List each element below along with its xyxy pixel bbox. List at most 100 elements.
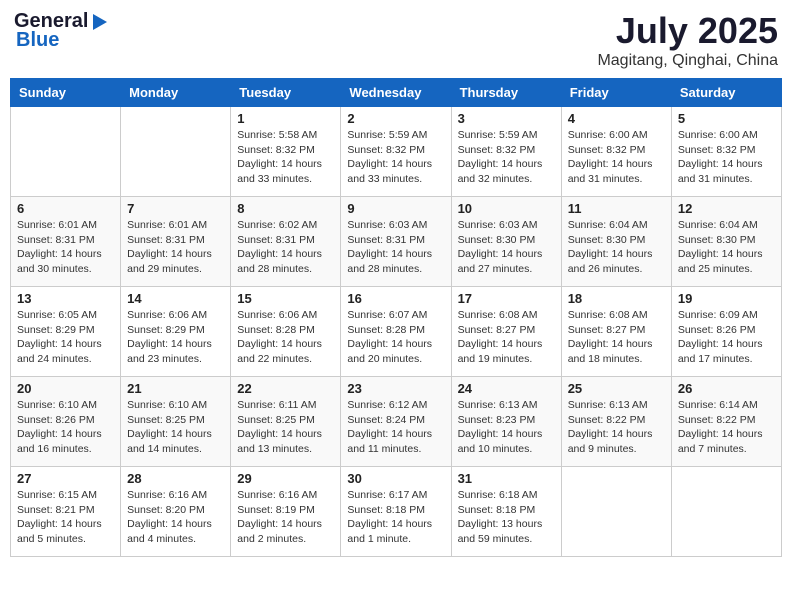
- day-info: Sunrise: 6:16 AM Sunset: 8:20 PM Dayligh…: [127, 488, 224, 547]
- day-number: 22: [237, 381, 334, 396]
- title-block: July 2025 Magitang, Qinghai, China: [597, 10, 778, 70]
- day-info: Sunrise: 6:11 AM Sunset: 8:25 PM Dayligh…: [237, 398, 334, 457]
- day-info: Sunrise: 6:16 AM Sunset: 8:19 PM Dayligh…: [237, 488, 334, 547]
- day-number: 20: [17, 381, 114, 396]
- calendar-week-row: 1Sunrise: 5:58 AM Sunset: 8:32 PM Daylig…: [11, 107, 782, 197]
- subtitle: Magitang, Qinghai, China: [597, 52, 778, 70]
- day-info: Sunrise: 6:13 AM Sunset: 8:22 PM Dayligh…: [568, 398, 665, 457]
- day-number: 9: [347, 201, 444, 216]
- day-info: Sunrise: 6:03 AM Sunset: 8:30 PM Dayligh…: [458, 218, 555, 277]
- day-number: 29: [237, 471, 334, 486]
- calendar-cell: 18Sunrise: 6:08 AM Sunset: 8:27 PM Dayli…: [561, 287, 671, 377]
- day-info: Sunrise: 5:59 AM Sunset: 8:32 PM Dayligh…: [347, 128, 444, 187]
- calendar-cell: 9 Sunrise: 6:03 AM Sunset: 8:31 PM Daylig…: [341, 197, 451, 287]
- day-number: 11: [568, 201, 665, 216]
- calendar-cell: 25 Sunrise: 6:13 AM Sunset: 8:22 PM Dayli…: [561, 377, 671, 467]
- day-number: 14: [127, 291, 224, 306]
- day-number: 19: [678, 291, 775, 306]
- day-number: 23: [347, 381, 444, 396]
- day-info: Sunrise: 6:09 AM Sunset: 8:26 PM Dayligh…: [678, 308, 775, 367]
- calendar-cell: 5Sunrise: 6:00 AM Sunset: 8:32 PM Daylig…: [671, 107, 781, 197]
- calendar-week-row: 13Sunrise: 6:05 AM Sunset: 8:29 PM Dayli…: [11, 287, 782, 377]
- weekday-header: Monday: [121, 79, 231, 107]
- day-info: Sunrise: 6:01 AM Sunset: 8:31 PM Dayligh…: [17, 218, 114, 277]
- day-info: Sunrise: 6:06 AM Sunset: 8:28 PM Dayligh…: [237, 308, 334, 367]
- calendar-cell: 4 Sunrise: 6:00 AM Sunset: 8:32 PM Daylig…: [561, 107, 671, 197]
- day-number: 17: [458, 291, 555, 306]
- month-title: July 2025: [597, 10, 778, 52]
- day-number: 30: [347, 471, 444, 486]
- day-number: 2: [347, 111, 444, 126]
- logo: General Blue: [14, 10, 108, 52]
- day-info: Sunrise: 5:59 AM Sunset: 8:32 PM Dayligh…: [458, 128, 555, 187]
- calendar-week-row: 6 Sunrise: 6:01 AM Sunset: 8:31 PM Daylig…: [11, 197, 782, 287]
- calendar-cell: 7 Sunrise: 6:01 AM Sunset: 8:31 PM Daylig…: [121, 197, 231, 287]
- logo-blue: Blue: [16, 29, 59, 52]
- day-info: Sunrise: 6:06 AM Sunset: 8:29 PM Dayligh…: [127, 308, 224, 367]
- calendar-cell: [671, 467, 781, 557]
- day-info: Sunrise: 6:12 AM Sunset: 8:24 PM Dayligh…: [347, 398, 444, 457]
- calendar-cell: 19 Sunrise: 6:09 AM Sunset: 8:26 PM Dayli…: [671, 287, 781, 377]
- day-number: 21: [127, 381, 224, 396]
- calendar-cell: 21 Sunrise: 6:10 AM Sunset: 8:25 PM Dayli…: [121, 377, 231, 467]
- calendar-cell: 13Sunrise: 6:05 AM Sunset: 8:29 PM Dayli…: [11, 287, 121, 377]
- day-info: Sunrise: 6:18 AM Sunset: 8:18 PM Dayligh…: [458, 488, 555, 547]
- day-number: 26: [678, 381, 775, 396]
- day-info: Sunrise: 6:15 AM Sunset: 8:21 PM Dayligh…: [17, 488, 114, 547]
- calendar-week-row: 20 Sunrise: 6:10 AM Sunset: 8:26 PM Dayli…: [11, 377, 782, 467]
- day-number: 4: [568, 111, 665, 126]
- day-number: 16: [347, 291, 444, 306]
- weekday-header: Sunday: [11, 79, 121, 107]
- day-number: 25: [568, 381, 665, 396]
- weekday-header: Friday: [561, 79, 671, 107]
- day-number: 3: [458, 111, 555, 126]
- day-info: Sunrise: 6:05 AM Sunset: 8:29 PM Dayligh…: [17, 308, 114, 367]
- page-header: General Blue July 2025 Magitang, Qinghai…: [10, 10, 782, 70]
- calendar-cell: 3 Sunrise: 5:59 AM Sunset: 8:32 PM Daylig…: [451, 107, 561, 197]
- calendar-cell: 26Sunrise: 6:14 AM Sunset: 8:22 PM Dayli…: [671, 377, 781, 467]
- calendar-cell: [121, 107, 231, 197]
- calendar-week-row: 27 Sunrise: 6:15 AM Sunset: 8:21 PM Dayli…: [11, 467, 782, 557]
- calendar-cell: 20 Sunrise: 6:10 AM Sunset: 8:26 PM Dayli…: [11, 377, 121, 467]
- day-info: Sunrise: 6:08 AM Sunset: 8:27 PM Dayligh…: [568, 308, 665, 367]
- day-number: 6: [17, 201, 114, 216]
- calendar-cell: 1Sunrise: 5:58 AM Sunset: 8:32 PM Daylig…: [231, 107, 341, 197]
- calendar-cell: 2 Sunrise: 5:59 AM Sunset: 8:32 PM Daylig…: [341, 107, 451, 197]
- calendar-cell: 23 Sunrise: 6:12 AM Sunset: 8:24 PM Dayli…: [341, 377, 451, 467]
- day-info: Sunrise: 6:03 AM Sunset: 8:31 PM Dayligh…: [347, 218, 444, 277]
- calendar-cell: 27 Sunrise: 6:15 AM Sunset: 8:21 PM Dayli…: [11, 467, 121, 557]
- day-number: 31: [458, 471, 555, 486]
- day-info: Sunrise: 6:07 AM Sunset: 8:28 PM Dayligh…: [347, 308, 444, 367]
- day-info: Sunrise: 6:04 AM Sunset: 8:30 PM Dayligh…: [678, 218, 775, 277]
- day-number: 27: [17, 471, 114, 486]
- calendar-cell: 28Sunrise: 6:16 AM Sunset: 8:20 PM Dayli…: [121, 467, 231, 557]
- calendar-cell: 30Sunrise: 6:17 AM Sunset: 8:18 PM Dayli…: [341, 467, 451, 557]
- day-info: Sunrise: 6:00 AM Sunset: 8:32 PM Dayligh…: [568, 128, 665, 187]
- calendar-cell: [561, 467, 671, 557]
- day-number: 15: [237, 291, 334, 306]
- calendar-cell: 11 Sunrise: 6:04 AM Sunset: 8:30 PM Dayli…: [561, 197, 671, 287]
- day-info: Sunrise: 6:01 AM Sunset: 8:31 PM Dayligh…: [127, 218, 224, 277]
- day-info: Sunrise: 6:10 AM Sunset: 8:25 PM Dayligh…: [127, 398, 224, 457]
- calendar-cell: 12 Sunrise: 6:04 AM Sunset: 8:30 PM Dayli…: [671, 197, 781, 287]
- day-info: Sunrise: 6:10 AM Sunset: 8:26 PM Dayligh…: [17, 398, 114, 457]
- calendar-table: SundayMondayTuesdayWednesdayThursdayFrid…: [10, 78, 782, 557]
- calendar-cell: 14 Sunrise: 6:06 AM Sunset: 8:29 PM Dayli…: [121, 287, 231, 377]
- calendar-cell: 24 Sunrise: 6:13 AM Sunset: 8:23 PM Dayli…: [451, 377, 561, 467]
- calendar-cell: 8Sunrise: 6:02 AM Sunset: 8:31 PM Daylig…: [231, 197, 341, 287]
- day-info: Sunrise: 6:13 AM Sunset: 8:23 PM Dayligh…: [458, 398, 555, 457]
- day-info: Sunrise: 6:00 AM Sunset: 8:32 PM Dayligh…: [678, 128, 775, 187]
- day-number: 12: [678, 201, 775, 216]
- day-info: Sunrise: 6:08 AM Sunset: 8:27 PM Dayligh…: [458, 308, 555, 367]
- calendar-cell: 31 Sunrise: 6:18 AM Sunset: 8:18 PM Dayli…: [451, 467, 561, 557]
- calendar-cell: 16 Sunrise: 6:07 AM Sunset: 8:28 PM Dayli…: [341, 287, 451, 377]
- calendar-cell: 6 Sunrise: 6:01 AM Sunset: 8:31 PM Daylig…: [11, 197, 121, 287]
- weekday-header: Tuesday: [231, 79, 341, 107]
- day-info: Sunrise: 5:58 AM Sunset: 8:32 PM Dayligh…: [237, 128, 334, 187]
- day-number: 24: [458, 381, 555, 396]
- day-info: Sunrise: 6:04 AM Sunset: 8:30 PM Dayligh…: [568, 218, 665, 277]
- calendar-cell: [11, 107, 121, 197]
- calendar-cell: 15 Sunrise: 6:06 AM Sunset: 8:28 PM Dayli…: [231, 287, 341, 377]
- calendar-cell: 29 Sunrise: 6:16 AM Sunset: 8:19 PM Dayli…: [231, 467, 341, 557]
- day-number: 7: [127, 201, 224, 216]
